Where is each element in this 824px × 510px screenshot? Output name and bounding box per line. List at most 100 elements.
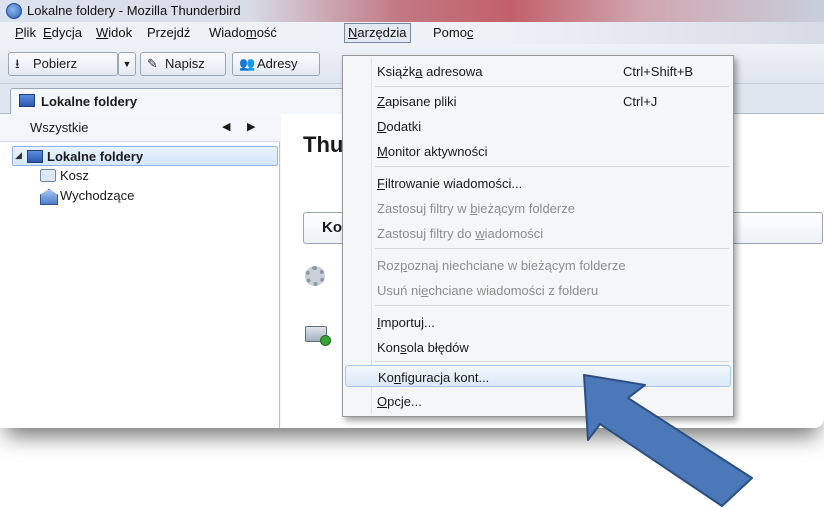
- prev-view-icon[interactable]: ◀: [222, 120, 230, 133]
- menu-view[interactable]: Widok: [93, 25, 135, 40]
- menu-label: lik: [23, 25, 36, 40]
- outbox-icon: [40, 189, 58, 205]
- menu-item-activity-monitor[interactable]: Monitor aktywności: [345, 140, 731, 162]
- menu-item-label: Zastosuj filtry w bieżącym folderze: [377, 201, 575, 216]
- menu-item-text: oznaj niechciane w bieżącym folderze: [407, 258, 626, 273]
- menu-item-text: Ko: [378, 370, 394, 385]
- menu-item-text: iadomości: [484, 226, 544, 241]
- menu-item-text: Roz: [377, 258, 401, 273]
- account-action-label: Ko: [322, 219, 342, 236]
- menu-item-account-settings[interactable]: Konfiguracja kont...: [345, 365, 731, 387]
- menu-item-text: O: [377, 394, 388, 409]
- menu-help[interactable]: Pomoc: [430, 25, 476, 40]
- folder-pane: Wszystkie ◀ ▶ ◢ Lokalne foldery Kosz Wyc…: [0, 114, 280, 428]
- menu-label: Prze: [147, 25, 174, 40]
- menu-message[interactable]: Wiadomość: [206, 25, 280, 40]
- menu-item-text: pcje...: [387, 394, 422, 409]
- write-label: Napisz: [165, 56, 205, 71]
- download-icon: ⭳: [15, 56, 20, 71]
- chevron-down-icon: ▼: [122, 59, 132, 69]
- menu-item-text: Książk: [377, 64, 416, 79]
- folder-view-label[interactable]: Wszystkie: [30, 120, 89, 135]
- gear-icon[interactable]: [305, 266, 325, 286]
- menu-label: P: [15, 25, 24, 40]
- menu-separator: [375, 248, 729, 249]
- menu-item-text: a: [415, 64, 423, 79]
- tab-label: Lokalne foldery: [41, 94, 138, 109]
- menu-item-label: Zastosuj filtry do wiadomości: [377, 226, 543, 241]
- menu-label: ość: [256, 25, 277, 40]
- tools-menu-dropdown: Książka adresowa Ctrl+Shift+B Zapisane pl…: [342, 55, 734, 417]
- menu-separator: [375, 305, 729, 306]
- menu-item-run-filters-messages: Zastosuj filtry do wiadomości: [345, 222, 731, 244]
- menu-item-text: odatki: [386, 119, 422, 134]
- menu-item-label: Dodatki: [377, 119, 421, 134]
- menu-item-detect-junk: Rozpoznaj niechciane w bieżącym folderze: [345, 254, 731, 276]
- menu-label: dycja: [51, 25, 83, 40]
- menu-item-label: Konsola błędów: [377, 340, 469, 355]
- address-book-button[interactable]: 👥 Adresy: [232, 52, 320, 76]
- menu-label: idok: [108, 25, 133, 40]
- menu-item-label: Monitor aktywności: [377, 144, 488, 159]
- menu-label: E: [43, 25, 52, 40]
- menu-bar: Plik Edycja Widok Przejdź Wiadomość Narz…: [0, 22, 824, 44]
- menu-item-label: Książka adresowa: [377, 64, 483, 79]
- menu-label: m: [245, 25, 257, 40]
- menu-item-addons[interactable]: Dodatki: [345, 115, 731, 137]
- menu-item-text: chciane wiadomości z folderu: [428, 283, 599, 298]
- trash-icon: [40, 169, 56, 182]
- menu-go[interactable]: Przejdź: [144, 25, 193, 40]
- menu-item-text: Z: [377, 94, 385, 109]
- menu-item-text: F: [377, 176, 385, 191]
- menu-item-options[interactable]: Opcje...: [345, 390, 731, 412]
- menu-item-delete-junk: Usuń niechciane wiadomości z folderu: [345, 279, 731, 301]
- menu-item-message-filters[interactable]: Filtrowanie wiadomości...: [345, 172, 731, 194]
- menu-item-shortcut: Ctrl+Shift+B: [623, 64, 694, 79]
- menu-item-text: D: [377, 119, 387, 134]
- menu-label: W: [96, 25, 109, 40]
- menu-separator: [375, 166, 729, 167]
- menu-item-error-console[interactable]: Konsola błędów: [345, 336, 731, 358]
- expand-triangle-icon[interactable]: ◢: [15, 150, 22, 161]
- menu-item-text: mportuj...: [380, 315, 435, 330]
- thunderbird-logo-icon: [6, 3, 22, 19]
- computer-icon: [19, 94, 35, 107]
- menu-item-run-filters-folder: Zastosuj filtry w bieżącym folderze: [345, 197, 731, 219]
- next-view-icon[interactable]: ▶: [247, 120, 255, 133]
- menu-item-text: ola błędów: [406, 340, 469, 355]
- window-title: Lokalne foldery - Mozilla Thunderbird: [27, 3, 241, 18]
- title-bar: Lokalne foldery - Mozilla Thunderbird: [0, 0, 824, 22]
- menu-tools[interactable]: Narzędzia: [344, 23, 411, 43]
- menu-item-label: Konfiguracja kont...: [378, 370, 489, 385]
- get-mail-dropdown[interactable]: ▼: [118, 52, 136, 76]
- folder-local-folders[interactable]: ◢ Lokalne foldery: [12, 146, 278, 166]
- address-book-label: Adresy: [257, 56, 298, 71]
- menu-label: arzędzia: [357, 25, 407, 40]
- menu-item-label: Usuń niechciane wiadomości z folderu: [377, 283, 598, 298]
- menu-file[interactable]: Plik: [12, 25, 39, 40]
- menu-label: dź: [176, 25, 191, 40]
- get-mail-button[interactable]: ⭳ Pobierz: [8, 52, 118, 76]
- import-drive-icon[interactable]: [305, 326, 331, 346]
- menu-separator: [375, 361, 729, 362]
- menu-item-text: apisane pliki: [384, 94, 457, 109]
- menu-item-text: ieżącym folderze: [477, 201, 575, 216]
- folder-pane-header: Wszystkie ◀ ▶: [0, 114, 280, 142]
- get-mail-label: Pobierz: [33, 56, 78, 71]
- menu-separator: [375, 86, 729, 87]
- tab-local-folders[interactable]: Lokalne foldery: [10, 88, 346, 114]
- menu-edit[interactable]: Edycja: [40, 25, 85, 40]
- menu-item-text: Zastosuj filtry w: [377, 201, 471, 216]
- menu-item-label: Filtrowanie wiadomości...: [377, 176, 522, 191]
- menu-item-import[interactable]: Importuj...: [345, 311, 731, 333]
- menu-item-saved-files[interactable]: Zapisane pliki Ctrl+J: [345, 90, 731, 112]
- page-title: Thu: [303, 132, 344, 157]
- menu-item-address-book[interactable]: Książka adresowa Ctrl+Shift+B: [345, 60, 731, 82]
- menu-item-text: iltrowanie wiadomości...: [384, 176, 523, 191]
- write-button[interactable]: ✎ Napisz: [140, 52, 226, 76]
- menu-item-label: Rozpoznaj niechciane w bieżącym folderze: [377, 258, 626, 273]
- menu-item-label: Zapisane pliki: [377, 94, 457, 109]
- menu-item-text: w: [475, 226, 485, 241]
- menu-item-text: Zastosuj filtry do: [377, 226, 476, 241]
- menu-item-text: Kon: [377, 340, 401, 355]
